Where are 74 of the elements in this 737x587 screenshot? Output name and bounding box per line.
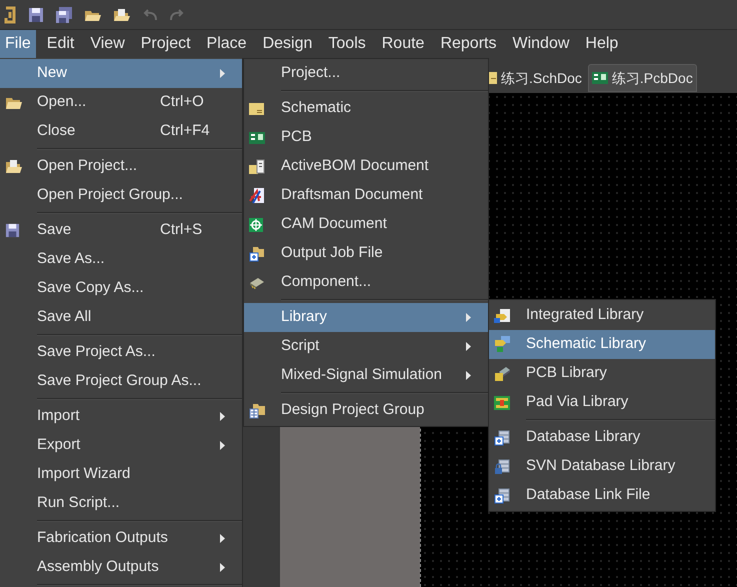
drafting-icon [249,187,265,204]
menu-item[interactable]: Script [244,332,488,361]
menu-item[interactable]: Save Ctrl+S [0,216,242,245]
menu-item[interactable]: Draftsman Document [244,181,488,210]
menu-item[interactable]: Import Wizard [0,460,242,489]
circuit-board-icon [249,132,265,144]
save-icon [5,223,20,238]
menu-item[interactable]: Mixed-Signal Simulation [244,361,488,390]
library-icon [494,308,511,324]
document-list-icon [249,158,265,174]
menu-item[interactable]: Schematic [244,94,488,123]
document-icon [249,102,264,114]
database-add-icon [494,430,510,446]
menu-item[interactable]: Import [0,402,242,431]
shortcut-label: Ctrl+S [160,220,204,240]
app-logo-icon [3,6,17,24]
menu-item[interactable]: New [0,59,242,88]
menu-item[interactable]: Save Project As... [0,338,242,367]
menu-item[interactable]: Close Ctrl+F4 [0,117,242,146]
menu-item[interactable]: PCB Library [489,359,715,388]
menu-item[interactable]: Output Job File [244,239,488,268]
database-add-icon [494,488,510,504]
menu-item[interactable]: Project... [244,59,488,88]
open-folder-icon [5,95,23,110]
folder-list-icon [249,402,266,418]
menu-item[interactable]: Fabrication Outputs [0,524,242,553]
menu-item[interactable]: Export [0,431,242,460]
chip-icon [249,276,265,288]
menu-item[interactable]: PCB [244,123,488,152]
shortcut-label: Ctrl+F4 [160,121,211,142]
menu-bar-item[interactable]: Project [136,30,196,58]
menu-item[interactable]: Open Project Group... [0,181,242,210]
menu-item[interactable]: Integrated Library [489,301,715,330]
menu-bar-item[interactable]: File [0,30,36,58]
menu-bar-item[interactable]: Help [580,30,624,58]
chip-library-icon [494,366,511,382]
menu-bar-item[interactable]: Place [202,30,252,58]
menu-bar-item[interactable]: Route [376,30,430,58]
document-tab[interactable]: 练习.PcbDoc [588,64,697,92]
menu-item[interactable]: Database Library [489,423,715,452]
menu-item[interactable]: Save All [0,303,242,332]
menu-bar-item[interactable]: Reports [435,30,502,58]
menu-bar-item[interactable]: Design [258,30,318,58]
menu-item[interactable]: Assembly Outputs [0,553,242,582]
save-icon[interactable] [28,6,44,22]
open-project-icon[interactable] [113,6,131,22]
menu-item[interactable]: ActiveBOM Document [244,152,488,181]
save-all-icon[interactable] [55,6,73,24]
menu-bar-item[interactable]: View [85,30,130,58]
menu-item[interactable]: Component... [244,268,488,297]
menu-item[interactable]: Database Link File [489,481,715,510]
shortcut-label: Ctrl+O [160,92,205,112]
menu-bar-item[interactable]: Edit [42,30,80,58]
crosshair-icon [249,218,263,232]
menu-item[interactable]: Open Project... [0,152,242,181]
menu-item[interactable]: Save Copy As... [0,274,242,303]
menu-item[interactable]: Library [244,303,488,332]
menu-item[interactable]: SVN Database Library [489,452,715,481]
menu-item[interactable]: Pad Via Library [489,388,715,417]
menu-item[interactable]: Save Project Group As... [0,367,242,396]
library-icon [494,336,511,353]
pad-icon [494,396,510,410]
menu-item[interactable]: Save As... [0,245,242,274]
menu-item[interactable]: Design Project Group [244,396,488,425]
menu-item[interactable]: Run Script... [0,489,242,518]
menu-item[interactable]: Open... Ctrl+O [0,88,242,117]
menu-item[interactable]: Schematic Library [489,330,715,359]
database-lock-icon [494,458,510,474]
folder-add-icon [249,246,265,262]
circuit-board-icon [592,72,608,84]
menu-bar-item[interactable]: Tools [323,30,371,58]
menu-bar-item[interactable]: Window [507,30,574,58]
open-project-icon [5,159,23,174]
menu-item[interactable]: CAM Document [244,210,488,239]
